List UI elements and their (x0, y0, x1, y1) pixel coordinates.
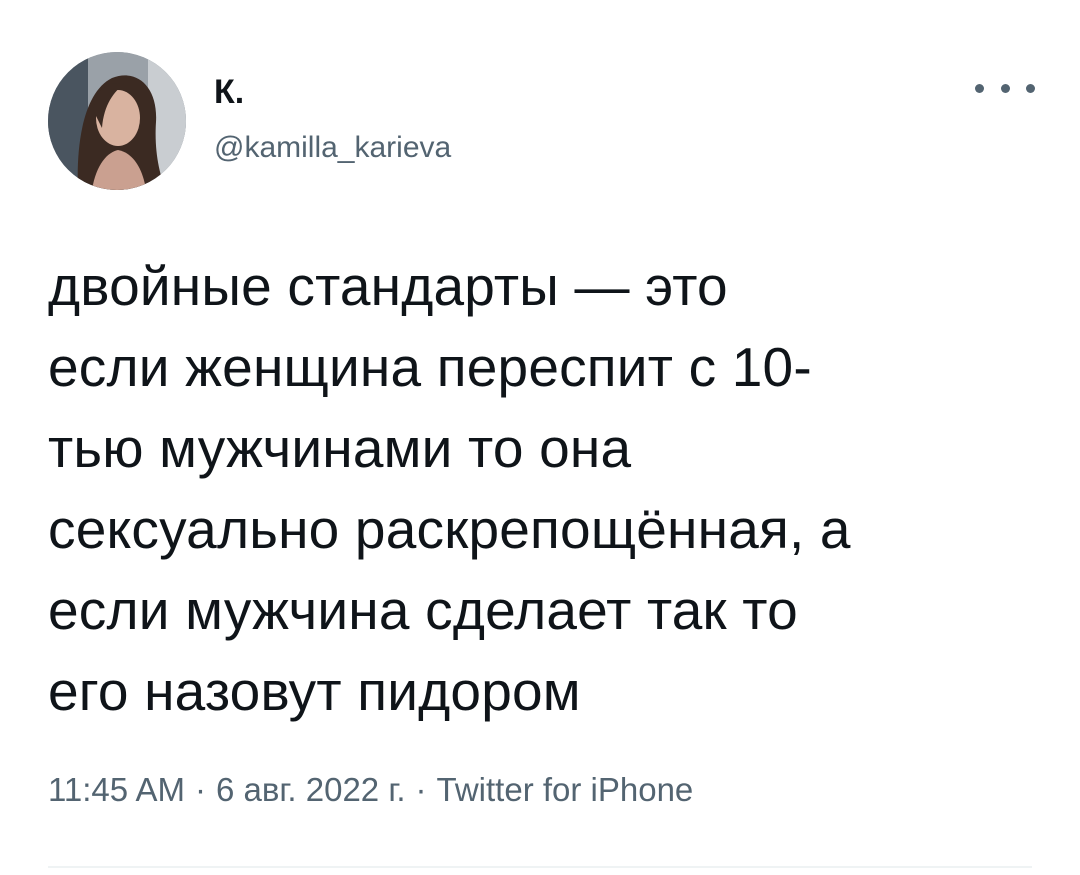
avatar[interactable] (48, 52, 186, 190)
more-options-button[interactable] (975, 70, 1035, 106)
more-horizontal-icon (975, 83, 984, 93)
avatar-photo (48, 52, 186, 190)
tweet: К. @kamilla_karieva двойные стандарты — … (0, 0, 1080, 875)
tweet-text-line: если женщина переспит с 10- (48, 336, 812, 398)
meta-separator: · (194, 771, 206, 808)
tweet-time[interactable]: 11:45 AM (48, 771, 185, 808)
user-info: К. @kamilla_karieva (214, 72, 451, 166)
divider (48, 866, 1032, 868)
tweet-source[interactable]: Twitter for iPhone (437, 771, 694, 808)
tweet-text-line: сексуально раскрепощённая, а (48, 498, 851, 560)
tweet-meta: 11:45 AM · 6 авг. 2022 г. · Twitter for iPho… (48, 770, 693, 810)
tweet-text-line: тью мужчинами то она (48, 417, 632, 479)
user-handle[interactable]: @kamilla_karieva (214, 130, 451, 166)
meta-separator: · (415, 771, 427, 808)
tweet-text: двойные стандарты — это если женщина пер… (48, 246, 1048, 732)
more-horizontal-icon (1026, 83, 1035, 93)
tweet-date[interactable]: 6 авг. 2022 г. (216, 771, 406, 808)
tweet-text-line: если мужчина сделает так то (48, 579, 798, 641)
more-horizontal-icon (1000, 83, 1010, 93)
tweet-text-line: двойные стандарты — это (48, 255, 728, 317)
display-name[interactable]: К. (214, 72, 451, 112)
tweet-text-line: его назовут пидором (48, 660, 581, 722)
